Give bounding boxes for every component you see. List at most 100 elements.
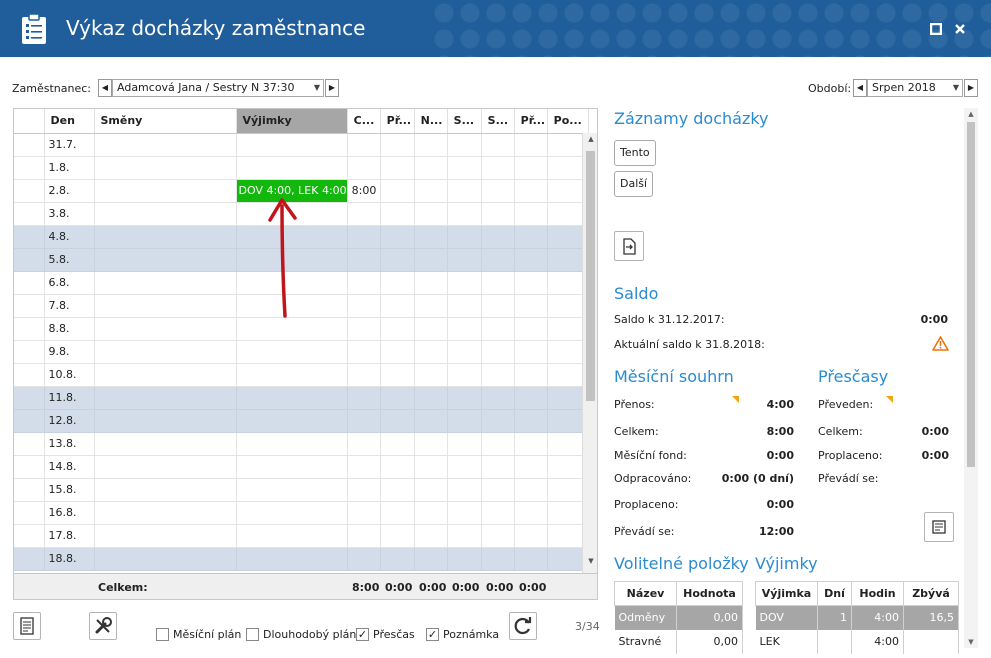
- table-cell[interactable]: 9.8.: [44, 340, 95, 364]
- table-row[interactable]: 14.8.: [14, 455, 589, 479]
- table-cell[interactable]: [514, 432, 548, 456]
- table-cell[interactable]: [481, 478, 515, 502]
- attendance-grid[interactable]: Den Směny Výjimky C... Př... N... S... S…: [13, 108, 598, 600]
- table-cell[interactable]: 17.8.: [44, 524, 95, 548]
- panel-scroll-thumb[interactable]: [967, 122, 975, 467]
- employee-select[interactable]: Adamcová Jana / Sestry N 37:30 ▼: [112, 79, 324, 97]
- table-row[interactable]: 9.8.: [14, 340, 589, 364]
- table-row[interactable]: 13.8.: [14, 432, 589, 456]
- table-cell[interactable]: [347, 156, 381, 180]
- table-cell[interactable]: [514, 547, 548, 571]
- table-cell[interactable]: 8:00: [347, 179, 381, 203]
- scroll-up-icon[interactable]: ▲: [583, 135, 597, 149]
- table-cell[interactable]: 8.8.: [44, 317, 95, 341]
- table-cell[interactable]: [481, 501, 515, 525]
- table-cell[interactable]: [481, 202, 515, 226]
- table-cell[interactable]: [447, 294, 482, 318]
- checkbox-long-term-plan[interactable]: Dlouhodobý plán: [246, 627, 356, 641]
- column-header[interactable]: Výjimky: [236, 109, 348, 134]
- column-header[interactable]: N...: [414, 109, 448, 134]
- table-cell[interactable]: [447, 202, 482, 226]
- table-cell[interactable]: [14, 133, 45, 157]
- table-cell[interactable]: [447, 248, 482, 272]
- next-record-button[interactable]: Další: [614, 171, 654, 197]
- table-cell[interactable]: [414, 271, 448, 295]
- scroll-down-icon[interactable]: ▼: [583, 557, 597, 571]
- table-cell[interactable]: [94, 156, 237, 180]
- table-cell[interactable]: [514, 478, 548, 502]
- table-cell[interactable]: [236, 524, 348, 548]
- table-cell[interactable]: [14, 363, 45, 387]
- table-cell[interactable]: 2.8.: [44, 179, 95, 203]
- table-cell[interactable]: [94, 133, 237, 157]
- table-row[interactable]: 10.8.: [14, 363, 589, 387]
- table-cell[interactable]: [236, 501, 348, 525]
- table-cell[interactable]: [236, 432, 348, 456]
- column-header[interactable]: Dní: [817, 581, 852, 606]
- table-cell[interactable]: [380, 133, 415, 157]
- table-cell[interactable]: [94, 225, 237, 249]
- table-cell[interactable]: 12.8.: [44, 409, 95, 433]
- checkbox-overtime[interactable]: ✓ Přesčas: [356, 627, 415, 641]
- scroll-up-icon[interactable]: ▲: [964, 110, 978, 118]
- grid-scrollbar[interactable]: ▲ ▼: [582, 133, 597, 573]
- column-header[interactable]: Výjimka: [755, 581, 818, 606]
- table-cell[interactable]: [94, 524, 237, 548]
- table-cell[interactable]: [414, 524, 448, 548]
- column-header[interactable]: C...: [347, 109, 381, 134]
- table-cell[interactable]: [94, 363, 237, 387]
- table-row[interactable]: Stravné 0,00: [614, 629, 743, 654]
- table-cell[interactable]: [94, 432, 237, 456]
- table-cell[interactable]: [447, 179, 482, 203]
- table-cell[interactable]: [380, 432, 415, 456]
- table-cell[interactable]: [236, 478, 348, 502]
- table-cell[interactable]: [514, 317, 548, 341]
- table-cell[interactable]: [347, 501, 381, 525]
- table-cell[interactable]: [380, 478, 415, 502]
- table-cell[interactable]: [514, 455, 548, 479]
- table-cell[interactable]: [481, 248, 515, 272]
- table-cell[interactable]: [414, 294, 448, 318]
- table-cell[interactable]: [347, 409, 381, 433]
- table-cell[interactable]: [94, 501, 237, 525]
- table-cell[interactable]: 3.8.: [44, 202, 95, 226]
- table-cell[interactable]: [481, 271, 515, 295]
- table-cell[interactable]: [414, 202, 448, 226]
- period-next-button[interactable]: ▶: [964, 79, 978, 97]
- table-cell[interactable]: [414, 363, 448, 387]
- table-row[interactable]: 17.8.: [14, 524, 589, 548]
- table-cell[interactable]: [380, 294, 415, 318]
- table-cell[interactable]: [236, 340, 348, 364]
- table-cell[interactable]: [236, 409, 348, 433]
- table-cell[interactable]: [236, 547, 348, 571]
- table-cell[interactable]: [94, 386, 237, 410]
- column-header[interactable]: Př...: [380, 109, 415, 134]
- table-cell[interactable]: 7.8.: [44, 294, 95, 318]
- table-cell[interactable]: [347, 340, 381, 364]
- table-cell[interactable]: [481, 386, 515, 410]
- table-cell[interactable]: [514, 340, 548, 364]
- table-cell[interactable]: [347, 386, 381, 410]
- table-cell[interactable]: [347, 478, 381, 502]
- table-cell[interactable]: [447, 133, 482, 157]
- table-cell[interactable]: [514, 271, 548, 295]
- table-cell[interactable]: [14, 524, 45, 548]
- table-cell[interactable]: [94, 248, 237, 272]
- table-cell[interactable]: [94, 317, 237, 341]
- table-cell[interactable]: [447, 156, 482, 180]
- table-cell[interactable]: [481, 179, 515, 203]
- table-cell[interactable]: 16.8.: [44, 501, 95, 525]
- checkbox-box[interactable]: ✓: [356, 627, 369, 641]
- table-cell[interactable]: [447, 317, 482, 341]
- column-header[interactable]: Hodin: [851, 581, 904, 606]
- table-cell[interactable]: [380, 501, 415, 525]
- table-cell[interactable]: 13.8.: [44, 432, 95, 456]
- table-cell[interactable]: [514, 179, 548, 203]
- table-cell[interactable]: [414, 317, 448, 341]
- column-header[interactable]: Zbývá: [903, 581, 959, 606]
- table-cell[interactable]: [447, 340, 482, 364]
- period-prev-button[interactable]: ◀: [853, 79, 867, 97]
- table-cell[interactable]: [414, 248, 448, 272]
- checkbox-box[interactable]: ✓: [426, 627, 439, 641]
- table-cell[interactable]: [94, 340, 237, 364]
